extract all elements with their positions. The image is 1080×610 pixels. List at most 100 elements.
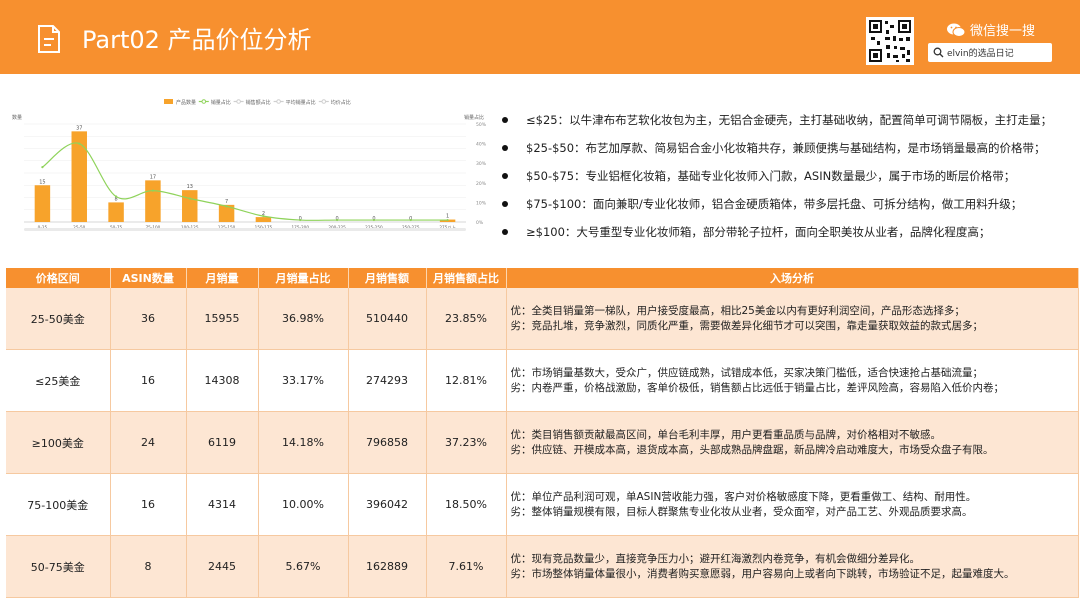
price-distribution-chart: 产品数量 销量占比 销售额占比 平均销量占比 均价占比数量 销量占比0%10%20%30%…	[12, 99, 487, 231]
table-row: 50-75美金 8 2445 5.67% 162889 7.61% 优：现有竞品…	[6, 535, 1079, 598]
cell-revenue-pct: 23.85%	[426, 288, 507, 350]
bar-data-label: 15	[39, 179, 45, 185]
cell-revenue-pct: 37.23%	[426, 411, 507, 474]
line-point	[78, 142, 81, 145]
chart-bar	[255, 217, 272, 222]
legend-marker	[236, 99, 241, 104]
wechat-search-label: 微信搜一搜	[946, 20, 1056, 40]
cell-analysis: 优：全类目销量第一梯队，用户接受度最高，相比25美金以内有更好利润空间，产品形态…	[506, 288, 1079, 350]
y2-axis-label: 销量占比	[464, 114, 484, 121]
y2-tick-label: 50%	[476, 122, 487, 128]
cell-analysis: 优：市场销量基数大，受众广，供应链成熟，试错成本低，买家决策门槛低，适合快速抢占…	[506, 349, 1079, 412]
wechat-search-text: 微信搜一搜	[970, 24, 1036, 39]
legend-marker	[276, 99, 281, 104]
cell-sales: 14308	[186, 349, 259, 412]
bullet-text: $50-$75：专业铝框化妆箱，基础专业化妆师入门款，ASIN数量最少，属于市场…	[526, 169, 1016, 183]
chart-bar	[71, 131, 87, 222]
chart-bar	[182, 190, 198, 222]
chart-scrollbar	[24, 228, 466, 231]
analysis-pro: 优：单位产品利润可观，单ASIN营收能力强，客户对价格敏感度下降，更看重做工、结…	[510, 490, 977, 503]
cell-sales-pct: 10.00%	[258, 473, 349, 536]
cell-sales-pct: 33.17%	[258, 349, 349, 412]
line-point	[335, 218, 339, 222]
cell-revenue: 162889	[348, 535, 427, 598]
line-point	[41, 166, 44, 169]
cell-sales: 6119	[186, 411, 259, 474]
sales-share-line	[42, 142, 448, 221]
document-icon	[38, 25, 60, 53]
cell-analysis: 优：类目销售额贡献最高区间，单台毛利丰厚，用户更看重品质与品牌，对价格相对不敏感…	[506, 411, 1079, 474]
search-input[interactable]: elvin的选品日记	[928, 43, 1052, 62]
legend-label: 平均销量占比	[286, 99, 316, 106]
bar-data-label: 7	[225, 199, 228, 205]
cell-range: ≤25美金	[6, 349, 111, 412]
chart-bar	[145, 180, 161, 222]
cell-range: 25-50美金	[6, 288, 111, 350]
wechat-icon	[947, 23, 966, 37]
qr-code-icon	[866, 17, 914, 65]
y2-tick-label: 40%	[476, 142, 487, 148]
chart-bar	[108, 202, 124, 222]
table-header-row: 价格区间 ASIN数量 月销量 月销量占比 月销售额 月销售额占比 入场分析	[6, 268, 1079, 288]
table-row: ≥100美金 24 6119 14.18% 796858 37.23% 优：类目…	[6, 411, 1079, 474]
analysis-con: 劣：供应链、开模成本高，退货成本高，头部成熟品牌盘踞，新品牌冷启动难度大，市场受…	[510, 443, 994, 456]
cell-range: ≥100美金	[6, 411, 111, 474]
cell-asin: 24	[110, 411, 187, 474]
analysis-pro: 优：市场销量基数大，受众广，供应链成熟，试错成本低，买家决策门槛低，适合快速抢占…	[510, 366, 984, 379]
bullet-dot	[502, 229, 508, 235]
cell-revenue: 510440	[348, 288, 427, 350]
bullet-dot	[502, 117, 508, 123]
cell-analysis: 优：现有竞品数量少，直接竞争压力小；避开红海激烈内卷竞争，有机会做细分差异化。 …	[506, 535, 1079, 598]
chart-bar	[34, 185, 51, 222]
cell-range: 75-100美金	[6, 473, 111, 536]
page-title: Part02 产品价位分析	[82, 26, 312, 54]
bullet-text: ≤$25：以牛津布布艺软化妆包为主，无铝合金硬壳，主打基础收纳，配置简单可调节隔…	[526, 113, 1053, 127]
table-row: 75-100美金 16 4314 10.00% 396042 18.50% 优：…	[6, 473, 1079, 536]
cell-asin: 36	[110, 288, 187, 350]
y2-tick-label: 30%	[476, 161, 487, 167]
legend-marker	[201, 99, 207, 104]
analysis-con: 劣：市场整体销量体量很小，消费者购买意愿弱，用户容易向上或者向下跳转，市场验证不…	[510, 567, 1015, 580]
bullet-text: $75-$100：面向兼职/专业化妆师，铝合金硬质箱体，带多层托盘、可拆分结构，…	[526, 197, 1023, 211]
line-point	[151, 189, 155, 192]
analysis-con: 劣：竞品扎堆，竞争激烈，同质化严重，需要做差异化细节才可以突围，靠走量获取效益的…	[510, 319, 984, 332]
bullet-text: ≥$100：大号重型专业化妆师箱，部分带轮子拉杆，面向全职美妆从业者，品牌化程度…	[526, 225, 991, 239]
bar-data-label: 13	[187, 184, 193, 190]
legend-label: 产品数量	[176, 99, 196, 106]
col-header-revenue: 月销售额	[348, 268, 427, 288]
cell-sales: 4314	[186, 473, 259, 536]
analysis-pro: 优：现有竞品数量少，直接竞争压力小；避开红海激烈内卷竞争，有机会做细分差异化。	[510, 552, 921, 565]
cell-range: 50-75美金	[6, 535, 111, 598]
cell-sales-pct: 5.67%	[258, 535, 349, 598]
bullet-dot	[502, 173, 508, 179]
cell-sales-pct: 14.18%	[258, 411, 349, 474]
legend-label: 均价占比	[331, 99, 351, 106]
table-row: ≤25美金 16 14308 33.17% 274293 12.81% 优：市场…	[6, 349, 1079, 412]
search-text: elvin的选品日记	[947, 49, 1014, 59]
bullet-item: $25-$50：布艺加厚款、简易铝合金小化妆箱共存，兼顾便携与基础结构，是市场销…	[500, 140, 1075, 168]
line-point	[299, 218, 302, 222]
bullet-item: $75-$100：面向兼职/专业化妆师，铝合金硬质箱体，带多层托盘、可拆分结构，…	[500, 196, 1075, 224]
bar-data-label: 1	[446, 214, 449, 220]
bullet-text: $25-$50：布艺加厚款、简易铝合金小化妆箱共存，兼顾便携与基础结构，是市场销…	[526, 141, 1046, 155]
col-header-asin: ASIN数量	[110, 268, 187, 288]
analysis-pro: 优：全类目销量第一梯队，用户接受度最高，相比25美金以内有更好利润空间，产品形态…	[510, 304, 965, 317]
cell-analysis: 优：单位产品利润可观，单ASIN营收能力强，客户对价格敏感度下降，更看重做工、结…	[506, 473, 1079, 536]
y2-tick-label: 0%	[476, 220, 484, 226]
bar-data-label: 17	[150, 174, 156, 180]
bullet-item: ≥$100：大号重型专业化妆师箱，部分带轮子拉杆，面向全职美妆从业者，品牌化程度…	[500, 224, 1075, 252]
legend-swatch	[164, 99, 173, 104]
cell-sales-pct: 36.98%	[258, 288, 349, 350]
header-bar: Part02 产品价位分析 微信搜一搜 elvin的选品日记	[0, 0, 1080, 74]
price-analysis-table: 价格区间 ASIN数量 月销量 月销量占比 月销售额 月销售额占比 入场分析 2…	[6, 268, 1079, 598]
cell-sales: 15955	[186, 288, 259, 350]
cell-asin: 8	[110, 535, 187, 598]
col-header-sales-pct: 月销量占比	[258, 268, 349, 288]
col-header-sales: 月销量	[186, 268, 259, 288]
bullet-dot	[502, 201, 508, 207]
cell-asin: 16	[110, 473, 187, 536]
legend-marker	[321, 99, 327, 104]
line-point	[188, 197, 191, 200]
cell-asin: 16	[110, 349, 187, 412]
cell-revenue: 396042	[348, 473, 427, 536]
